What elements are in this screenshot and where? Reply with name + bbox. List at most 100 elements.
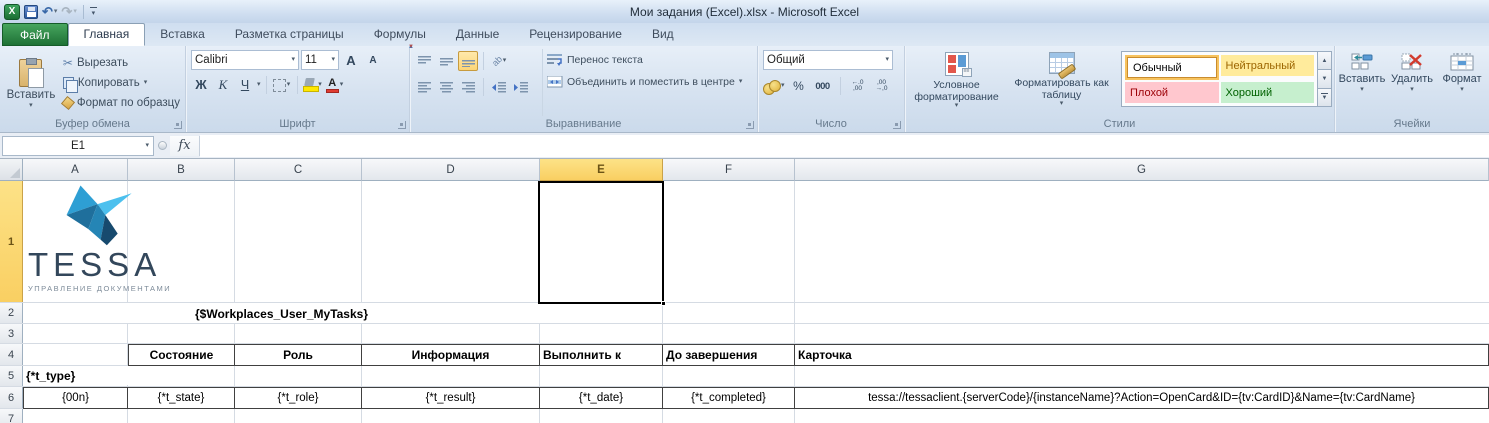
cell-B6[interactable]: {*t_state} bbox=[127, 387, 235, 409]
grid-area[interactable]: {$Workplaces_User_MyTasks} Состояние Рол… bbox=[0, 181, 1489, 423]
cell-banner-A2[interactable]: {$Workplaces_User_MyTasks} bbox=[23, 303, 540, 323]
dialog-launcher-icon[interactable] bbox=[398, 121, 406, 129]
percent-style-button[interactable]: % bbox=[789, 76, 809, 96]
cell-F6[interactable]: {*t_completed} bbox=[662, 387, 795, 409]
name-box[interactable]: E1▾ bbox=[2, 136, 154, 156]
style-chip-good[interactable]: Хороший bbox=[1221, 82, 1315, 103]
format-painter-button[interactable]: Формат по образцу bbox=[60, 94, 183, 111]
gallery-scroll-up-button[interactable]: ▲ bbox=[1317, 51, 1332, 70]
cut-button[interactable]: ✂Вырезать bbox=[60, 54, 183, 71]
align-bottom-button[interactable] bbox=[458, 51, 478, 71]
tab-page-layout[interactable]: Разметка страницы bbox=[220, 24, 359, 46]
tab-review[interactable]: Рецензирование bbox=[514, 24, 637, 46]
decrease-indent-icon bbox=[492, 82, 506, 93]
underline-button[interactable]: Ч bbox=[235, 75, 255, 95]
shrink-font-button[interactable]: А▼ bbox=[363, 50, 383, 70]
align-middle-button[interactable] bbox=[436, 51, 456, 71]
cell-E6[interactable]: {*t_date} bbox=[539, 387, 663, 409]
increase-decimal-button[interactable]: ←.0 ,00 bbox=[848, 76, 868, 96]
formula-input[interactable] bbox=[200, 135, 1489, 157]
decrease-decimal-button[interactable]: ,00 →,0 bbox=[872, 76, 892, 96]
comma-style-button[interactable]: 000 bbox=[813, 76, 833, 96]
insert-cells-button[interactable]: Вставить ▾ bbox=[1338, 49, 1386, 116]
font-color-button[interactable]: А▾ bbox=[325, 75, 345, 95]
conditional-formatting-button[interactable]: ≡≡ Условное форматирование ▾ bbox=[907, 49, 1006, 109]
italic-button[interactable]: К bbox=[213, 75, 233, 95]
tab-view[interactable]: Вид bbox=[637, 24, 689, 46]
align-left-button[interactable] bbox=[414, 77, 434, 97]
name-box-dropdown-icon[interactable]: ▾ bbox=[145, 143, 149, 149]
tab-formulas[interactable]: Формулы bbox=[359, 24, 441, 46]
insert-function-button[interactable]: fx bbox=[170, 136, 200, 156]
ribbon-tab-row: Файл Главная Вставка Разметка страницы Ф… bbox=[0, 23, 1489, 46]
style-chip-bad[interactable]: Плохой bbox=[1125, 82, 1219, 103]
fill-color-button[interactable]: ▾ bbox=[303, 75, 323, 95]
grow-font-button[interactable]: А▲ bbox=[341, 50, 361, 70]
increase-indent-button[interactable] bbox=[511, 77, 531, 97]
font-size-combo[interactable]: 11▾ bbox=[301, 50, 339, 70]
style-chip-neutral[interactable]: Нейтральный bbox=[1221, 55, 1315, 76]
bold-button[interactable]: Ж bbox=[191, 75, 211, 95]
format-as-table-button[interactable]: Форматировать как таблицу ▾ bbox=[1006, 49, 1117, 107]
cell-G6[interactable]: tessa://tessaclient.{serverCode}/{instan… bbox=[794, 387, 1489, 409]
cell-C6[interactable]: {*t_role} bbox=[234, 387, 362, 409]
column-header-A[interactable]: A bbox=[23, 159, 128, 181]
selected-cell-E1[interactable] bbox=[538, 181, 664, 304]
dialog-launcher-icon[interactable] bbox=[893, 121, 901, 129]
wrap-text-button[interactable]: Перенос текста bbox=[547, 49, 755, 71]
accounting-format-button[interactable]: ▾ bbox=[763, 76, 785, 96]
borders-button[interactable]: ▾ bbox=[272, 75, 292, 95]
tab-home[interactable]: Главная bbox=[68, 23, 146, 46]
column-header-B[interactable]: B bbox=[128, 159, 235, 181]
tab-data[interactable]: Данные bbox=[441, 24, 514, 46]
copy-button[interactable]: Копировать▾ bbox=[60, 74, 183, 91]
dialog-launcher-icon[interactable] bbox=[174, 121, 182, 129]
undo-dropdown-icon[interactable]: ▾ bbox=[54, 5, 58, 19]
decrease-indent-button[interactable] bbox=[489, 77, 509, 97]
tessa-logo-image[interactable]: TESSA УПРАВЛЕНИЕ ДОКУМЕНТАМИ bbox=[28, 184, 178, 293]
group-label-clipboard: Буфер обмена bbox=[0, 118, 185, 130]
number-format-combo[interactable]: Общий▾ bbox=[763, 50, 893, 70]
save-button[interactable] bbox=[24, 5, 38, 19]
orientation-button[interactable]: ab▾ bbox=[489, 51, 509, 71]
cell-D6[interactable]: {*t_result} bbox=[361, 387, 540, 409]
paste-dropdown-icon[interactable]: ▾ bbox=[29, 103, 33, 109]
column-header-D[interactable]: D bbox=[362, 159, 540, 181]
column-header-G[interactable]: G bbox=[795, 159, 1489, 181]
style-chip-normal[interactable]: Обычный bbox=[1127, 57, 1217, 78]
font-family-combo[interactable]: Calibri▾ bbox=[191, 50, 299, 70]
paste-button[interactable]: Вставить ▾ bbox=[2, 49, 60, 116]
undo-button[interactable]: ↶▾ bbox=[42, 5, 57, 19]
dialog-launcher-icon[interactable] bbox=[746, 121, 754, 129]
cell-B4[interactable]: Состояние bbox=[128, 344, 235, 366]
align-center-button[interactable] bbox=[436, 77, 456, 97]
gallery-more-button[interactable]: ▼ bbox=[1317, 89, 1332, 107]
cell-G4[interactable]: Карточка bbox=[794, 344, 1489, 366]
format-cells-button[interactable]: Формат ▾ bbox=[1438, 49, 1486, 116]
gallery-scroll-down-button[interactable]: ▼ bbox=[1317, 70, 1332, 88]
align-right-button[interactable] bbox=[458, 77, 478, 97]
column-header-F[interactable]: F bbox=[663, 159, 795, 181]
redo-button[interactable]: ↷▾ bbox=[61, 5, 76, 19]
customize-qat-button[interactable]: ▾ bbox=[90, 7, 97, 17]
cell-D4[interactable]: Информация bbox=[361, 344, 540, 366]
cell-F4[interactable]: До завершения bbox=[662, 344, 795, 366]
cell-C4[interactable]: Роль bbox=[234, 344, 362, 366]
tab-insert[interactable]: Вставка bbox=[145, 24, 220, 46]
cell-A5[interactable]: {*t_type} bbox=[23, 366, 183, 385]
delete-cells-button[interactable]: Удалить ▾ bbox=[1388, 49, 1436, 116]
column-header-C[interactable]: C bbox=[235, 159, 362, 181]
formula-bar-splitter[interactable] bbox=[154, 141, 170, 150]
cell-A6[interactable]: {00n} bbox=[23, 387, 128, 409]
borders-icon bbox=[273, 79, 286, 92]
merge-center-button[interactable]: Объединить и поместить в центре ▾ bbox=[547, 71, 755, 93]
window-title: Мои задания (Excel).xlsx - Microsoft Exc… bbox=[0, 5, 1489, 19]
excel-app-icon[interactable]: X bbox=[4, 4, 20, 20]
tab-file[interactable]: Файл bbox=[2, 23, 68, 46]
select-all-corner[interactable] bbox=[0, 159, 23, 181]
column-header-E[interactable]: E bbox=[540, 159, 663, 181]
underline-dropdown-icon[interactable]: ▾ bbox=[257, 82, 261, 88]
align-top-button[interactable] bbox=[414, 51, 434, 71]
fill-handle[interactable] bbox=[661, 301, 666, 306]
cell-E4[interactable]: Выполнить к bbox=[539, 344, 663, 366]
